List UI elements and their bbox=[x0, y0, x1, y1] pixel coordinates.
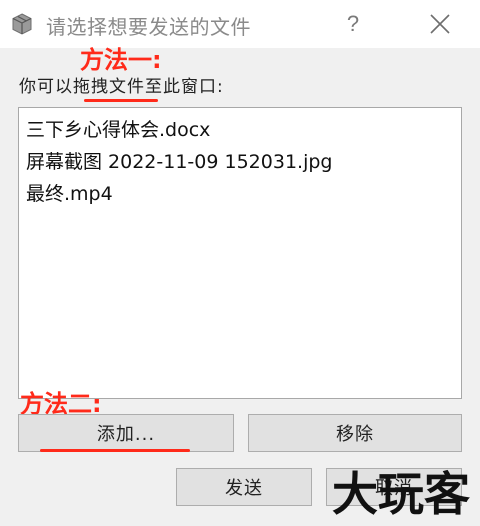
close-icon[interactable] bbox=[422, 6, 458, 42]
file-list-item[interactable]: 最终.mp4 bbox=[26, 178, 461, 210]
method-one-annotation: 方法一: bbox=[80, 46, 162, 74]
add-underline-annotation bbox=[40, 449, 190, 452]
help-button[interactable]: ? bbox=[336, 6, 370, 42]
drag-underline-annotation bbox=[84, 99, 158, 102]
remove-button[interactable]: 移除 bbox=[248, 414, 462, 452]
watermark-text: 大玩客 bbox=[332, 467, 470, 521]
file-list-item[interactable]: 三下乡心得体会.docx bbox=[26, 114, 461, 146]
window-title: 请选择想要发送的文件 bbox=[46, 15, 251, 39]
drag-instruction-label: 你可以拖拽文件至此窗口: bbox=[19, 77, 224, 97]
send-button[interactable]: 发送 bbox=[176, 468, 312, 506]
add-button[interactable]: 添加... bbox=[18, 414, 234, 452]
watermark-logo: 大玩客 bbox=[332, 467, 470, 521]
app-box-icon bbox=[12, 13, 32, 35]
file-list-item[interactable]: 屏幕截图 2022-11-09 152031.jpg bbox=[26, 146, 461, 178]
file-list[interactable]: 三下乡心得体会.docx 屏幕截图 2022-11-09 152031.jpg … bbox=[18, 107, 462, 399]
title-bar: 请选择想要发送的文件 ? bbox=[0, 0, 480, 48]
